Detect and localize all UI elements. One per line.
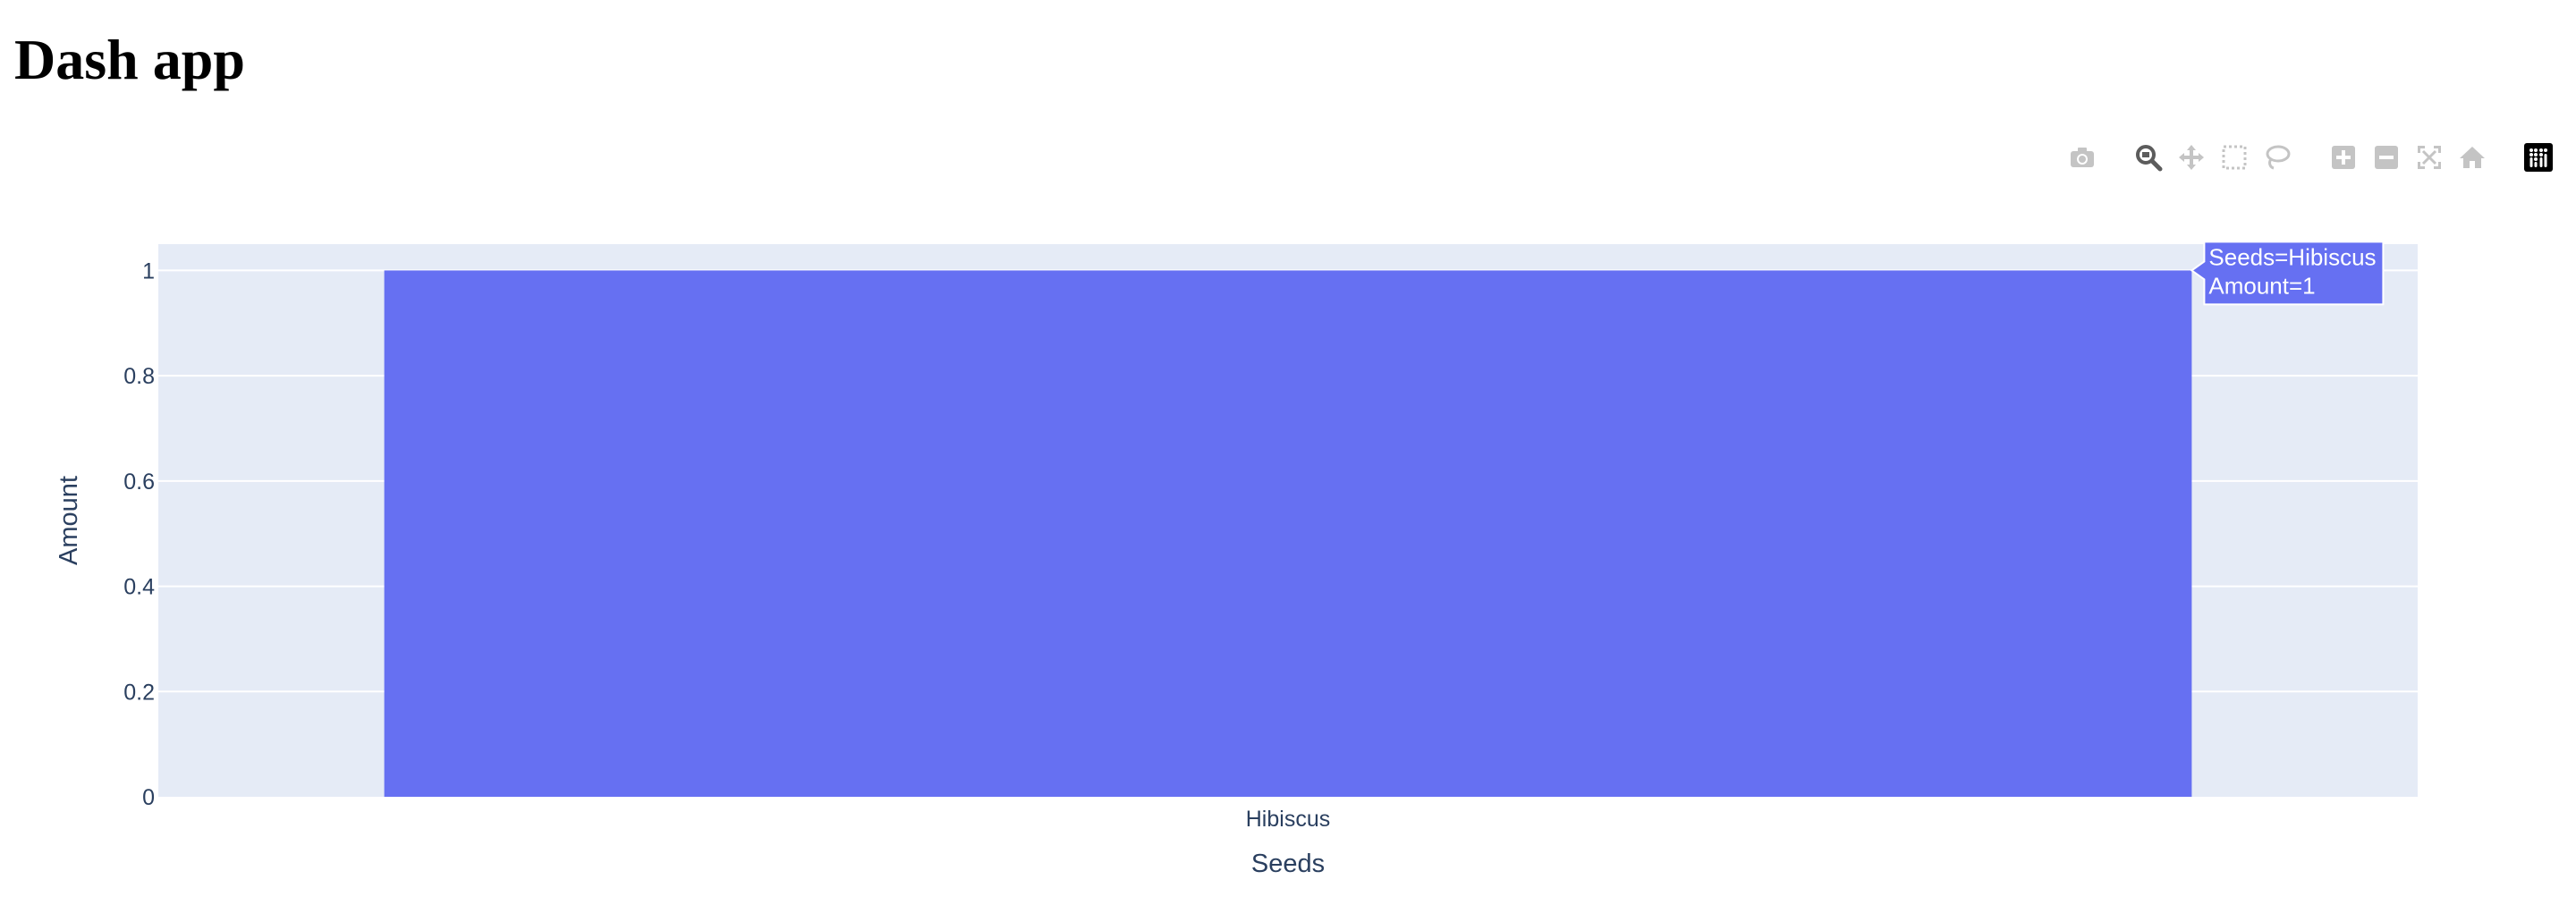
bar[interactable] bbox=[384, 270, 2192, 797]
y-tick-label: 0.6 bbox=[123, 469, 155, 495]
x-axis-label: Seeds bbox=[1251, 850, 1325, 878]
bar-chart[interactable]: 0 0.2 0.4 0.6 0.8 1 Hibiscus Amount Seeds See… bbox=[0, 125, 2576, 905]
hover-label-line: Seeds=Hibiscus bbox=[2208, 243, 2376, 270]
page-title: Dash app bbox=[14, 28, 245, 91]
y-tick-label: 0.8 bbox=[123, 364, 155, 389]
y-tick-label: 0 bbox=[142, 785, 155, 810]
hover-label: Seeds=HibiscusAmount=1 bbox=[2190, 241, 2385, 306]
bars bbox=[384, 270, 2192, 797]
x-tick-label: Hibiscus bbox=[1246, 807, 1330, 832]
y-tick-label: 0.4 bbox=[123, 575, 155, 600]
graph-container: 0 0.2 0.4 0.6 0.8 1 Hibiscus Amount Seeds See… bbox=[0, 125, 2576, 905]
y-axis-label: Amount bbox=[55, 476, 83, 565]
y-tick-label: 1 bbox=[142, 258, 155, 283]
y-tick-label: 0.2 bbox=[123, 680, 155, 705]
hover-label-line: Amount=1 bbox=[2208, 272, 2315, 299]
y-tick-labels: 0 0.2 0.4 0.6 0.8 1 bbox=[123, 258, 155, 810]
x-tick-labels: Hibiscus bbox=[1246, 807, 1330, 832]
